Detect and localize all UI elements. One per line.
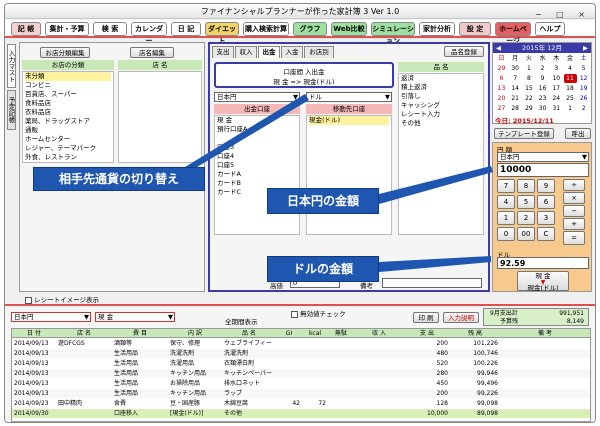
arrow-yen xyxy=(379,166,493,204)
callout-arrows xyxy=(185,94,493,272)
app-window: ファイナンシャルプランナーが作った家計簿 3 Ver 1.0 − □ × 記 帳… xyxy=(4,3,596,423)
arrow-dollar xyxy=(379,256,491,272)
arrow-toggle xyxy=(185,94,309,167)
